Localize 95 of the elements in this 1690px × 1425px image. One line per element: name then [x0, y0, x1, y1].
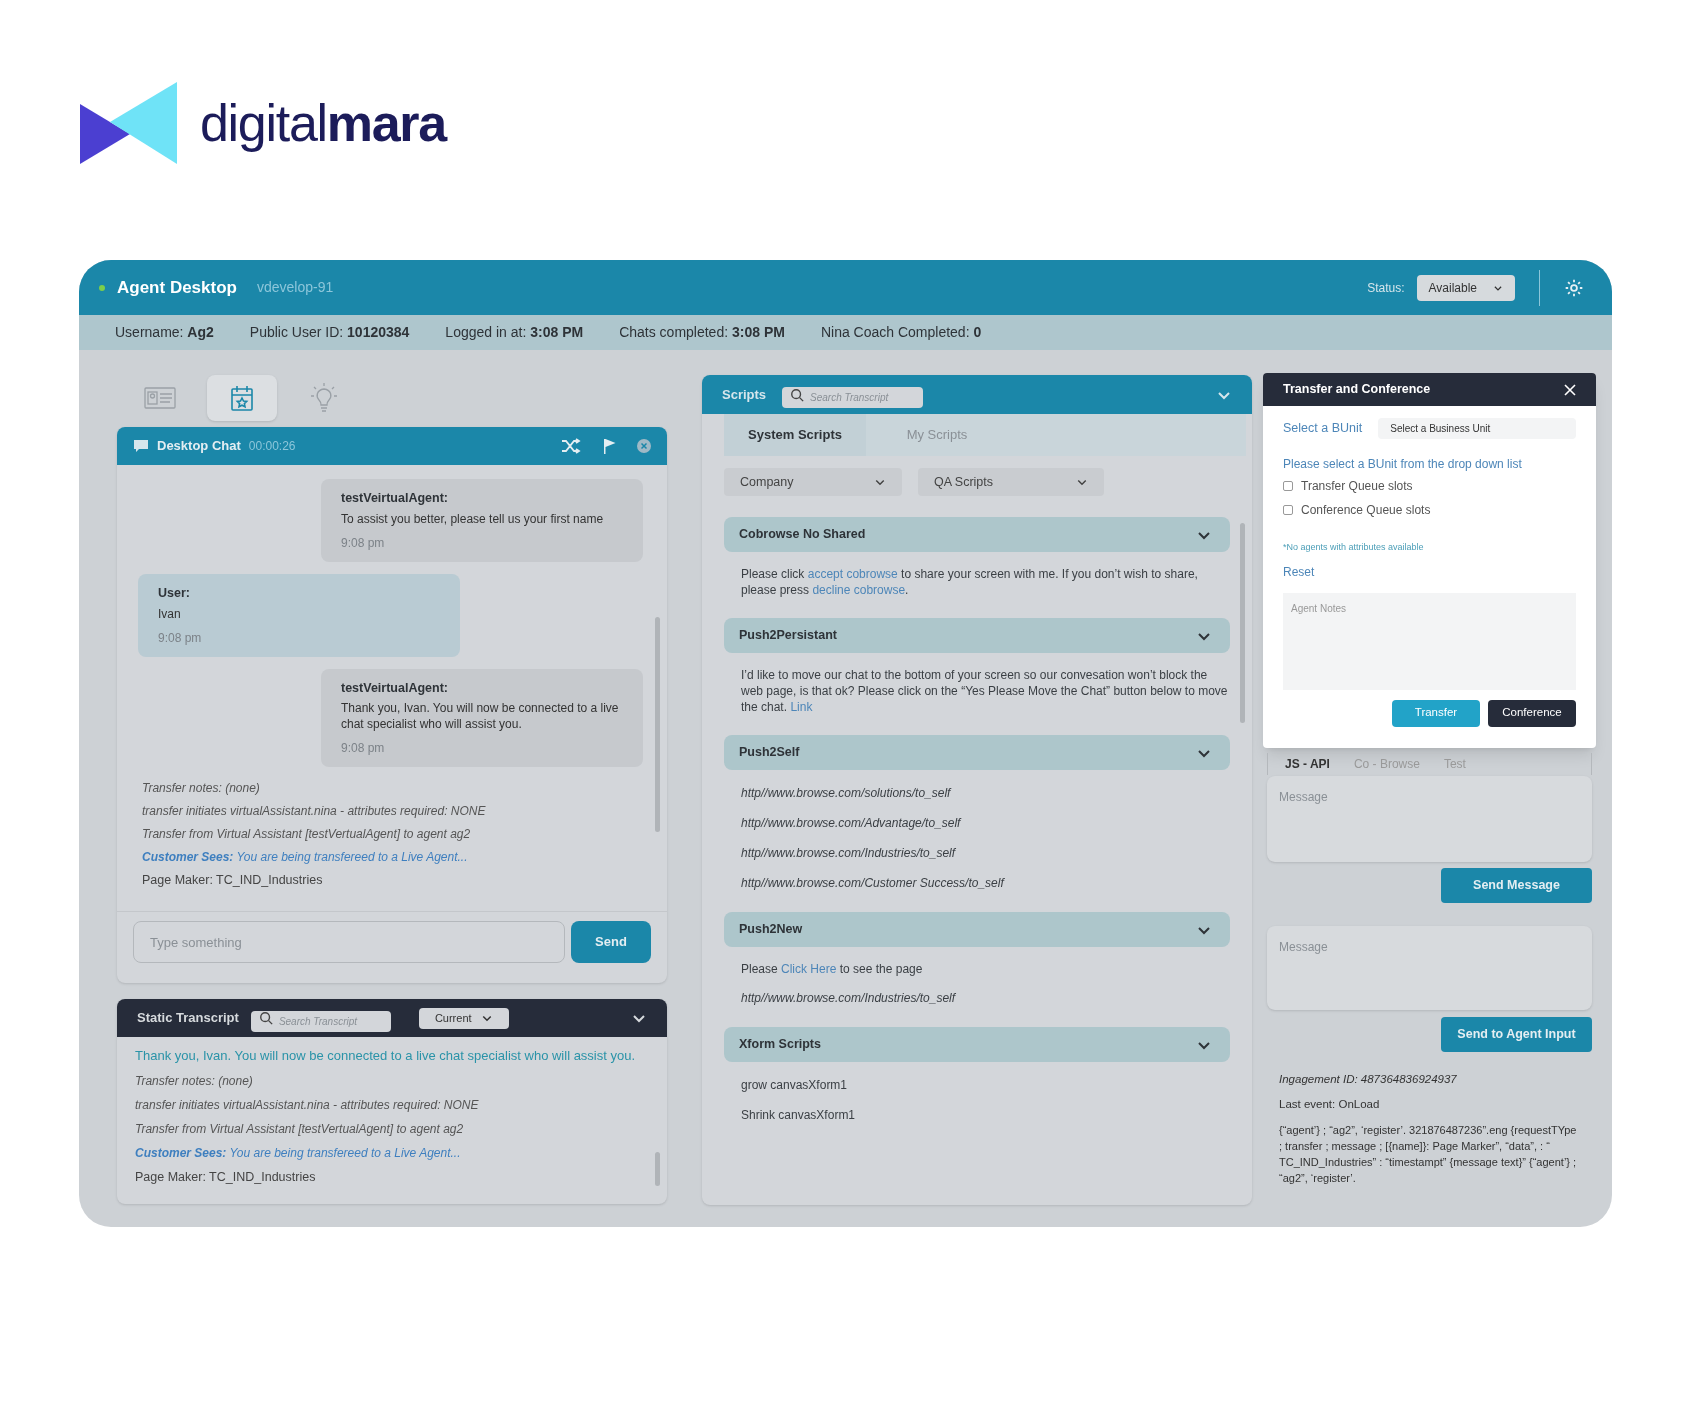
message-input[interactable]: Type something — [133, 921, 565, 963]
checkbox-label: Transfer Queue slots — [1301, 478, 1413, 495]
chat-title: Desktop Chat — [157, 437, 241, 456]
message-text: Ivan — [158, 605, 182, 622]
transcript-line: Transfer notes: (none) — [142, 780, 261, 798]
message-time: 9:08 pm — [158, 629, 203, 647]
search-icon — [790, 387, 805, 402]
message-sender: testVeirtualAgent: — [341, 490, 449, 507]
app-title: Agent Desktop — [117, 276, 237, 299]
checkbox[interactable] — [1283, 481, 1293, 491]
close-icon[interactable] — [1564, 383, 1576, 396]
scripts-search-field[interactable]: Search Transcript — [782, 387, 924, 408]
engagement-id: Ingagement ID: 487364836924937 — [1278, 1072, 1458, 1087]
settings-icon[interactable] — [1564, 277, 1584, 298]
message-sender: User: — [158, 584, 191, 602]
script-item[interactable]: grow canvasXform1 — [741, 1076, 1228, 1094]
transcript-line: Transfer notes: (none) — [135, 1072, 254, 1090]
checkbox[interactable] — [1283, 505, 1293, 515]
flag-icon[interactable] — [601, 438, 617, 454]
customer-sees-line: Customer Sees: You are being transfereed to a Live Agent... — [135, 1144, 462, 1162]
chat-bubble-icon — [133, 438, 149, 454]
script-url[interactable]: http//www.browse.com/Advantage/to_self — [741, 814, 1228, 832]
scripts-title: Scripts — [722, 385, 767, 404]
script-section-header[interactable]: Push2Persistant — [724, 618, 1230, 653]
status-dropdown[interactable]: Available — [1416, 274, 1515, 301]
script-section-title: Cobrowse No Shared — [739, 526, 866, 544]
conference-button[interactable]: Conference — [1488, 699, 1576, 727]
info-item: Public User ID: 10120384 — [249, 323, 410, 342]
dialog-title: Transfer and Conference — [1283, 381, 1431, 399]
script-item[interactable]: Shrink canvasXform1 — [741, 1106, 1228, 1124]
logo-icon — [80, 81, 180, 164]
script-url[interactable]: http//www.browse.com/solutions/to_self — [741, 784, 1228, 802]
message-sender: testVeirtualAgent: — [341, 679, 449, 697]
transcript-line: transfer initiates virtualAssistant.nina - attributes required: NONE — [142, 803, 487, 821]
script-url[interactable]: http//www.browse.com/Industries/to_self — [741, 844, 1228, 862]
bunit-label: Select a BUnit — [1283, 420, 1363, 438]
script-section-header[interactable]: Push2New — [724, 912, 1230, 947]
script-section-title: Push2New — [739, 921, 803, 939]
script-section-header[interactable]: Cobrowse No Shared — [724, 517, 1230, 552]
scripts-filter-dropdown[interactable]: QA Scripts — [918, 468, 1104, 496]
environment-label: vdevelop-91 — [256, 278, 334, 297]
scripts-tab[interactable]: System Scripts — [724, 414, 866, 456]
transcript-line: Page Maker: TC_IND_Industries — [135, 1168, 317, 1186]
send-button[interactable]: Send — [571, 921, 651, 963]
script-text: Please click accept cobrowse to share your screen with me. If you don’t wish to share, please press decline cobrowse. — [741, 566, 1199, 598]
message-field[interactable]: Message — [1267, 926, 1592, 1010]
scrollbar — [655, 1152, 660, 1186]
transcript-line: transfer initiates virtualAssistant.nina - attributes required: NONE — [135, 1096, 480, 1114]
bunit-hint: Please select a BUnit from the drop down list — [1282, 456, 1523, 473]
message-time: 9:08 pm — [341, 740, 386, 758]
transcript-line: Transfer from Virtual Assistant [testVertualAgent] to agent ag2 — [142, 826, 472, 844]
script-url[interactable]: http//www.browse.com/Industries/to_self — [741, 989, 1228, 1007]
info-item: Logged in at: 3:08 PM — [445, 323, 584, 342]
api-tab[interactable]: JS - API — [1285, 755, 1330, 773]
message-text: To assist you better, please tell us your first name — [341, 510, 605, 527]
scripts-filter-dropdown[interactable]: Company — [724, 468, 902, 496]
reset-link[interactable]: Reset — [1263, 562, 1596, 581]
message-text: Thank you, Ivan. You will now be connected to a live chat specialist who will assist you. — [341, 700, 620, 733]
info-item: Nina Coach Completed: 0 — [820, 323, 982, 342]
transcript-search-field[interactable]: Search Transcript — [250, 1010, 391, 1032]
calendar-star-icon — [230, 384, 254, 412]
script-url[interactable]: http//www.browse.com/Customer Success/to_self — [741, 874, 1228, 892]
script-text: I’d like to move our chat to the bottom of your screen so our convesation won’t block the web page, is that ok? Please click on the “Yes Please Move the Chat” button below to move the chat. Link — [741, 667, 1228, 715]
script-section-header[interactable]: Xform Scripts — [724, 1027, 1230, 1062]
last-event: Last event: OnLoad — [1278, 1097, 1381, 1113]
script-section-title: Push2Self — [739, 744, 800, 762]
panel-tab[interactable] — [207, 375, 277, 421]
transcript-line: Thank you, Ivan. You will now be connected to a live chat specialist who will assist you. — [135, 1047, 637, 1065]
status-label: Status: — [1367, 279, 1405, 297]
script-text: Please Click Here to see the page — [741, 961, 924, 977]
customer-sees-line: Customer Sees: You are being transfereed to a Live Agent... — [142, 849, 469, 867]
script-section-title: Push2Persistant — [739, 627, 837, 645]
checkbox-label: Conference Queue slots — [1301, 502, 1431, 519]
transcript-title: Static Transcript — [137, 1009, 239, 1028]
lightbulb-icon — [310, 382, 338, 414]
agent-notes-field[interactable]: Agent Notes — [1283, 592, 1576, 690]
logo-wordmark: digitalmara — [200, 92, 446, 154]
info-item: Username: Ag2 — [115, 323, 214, 342]
script-section-header[interactable]: Push2Self — [724, 735, 1230, 770]
transcript-line: Transfer from Virtual Assistant [testVertualAgent] to agent ag2 — [135, 1120, 465, 1138]
search-icon — [258, 1011, 273, 1025]
transcript-filter-dropdown[interactable]: Current — [418, 1007, 509, 1029]
transcript-line: Page Maker: TC_IND_Industries — [142, 872, 324, 890]
send-message-button[interactable]: Send Message — [1441, 868, 1592, 903]
send-to-agent-button[interactable]: Send to Agent Input — [1441, 1017, 1592, 1052]
script-section-title: Xform Scripts — [739, 1036, 821, 1054]
chat-timer: 00:00:26 — [248, 438, 296, 455]
contact-card-icon — [144, 386, 176, 410]
info-item: Chats completed: 3:08 PM — [619, 323, 785, 342]
shuffle-icon[interactable] — [561, 438, 581, 454]
business-unit-dropdown[interactable]: Select a Business Unit — [1378, 418, 1576, 439]
message-time: 9:08 pm — [341, 534, 386, 552]
message-field[interactable]: Message — [1267, 776, 1592, 862]
availability-notice: *No agents with attributes available — [1282, 541, 1425, 554]
event-payload: {“agent’} ; “ag2”, ‘register’. 321876487236”.eng {requestTYpe ; transfer ; message ; [{name]}: Page Marker”, “data”, : “ TC_IND_Industries” : “timestampt” {message text}” {“agent’} ; “ag2”, ‘register’. — [1278, 1122, 1578, 1186]
